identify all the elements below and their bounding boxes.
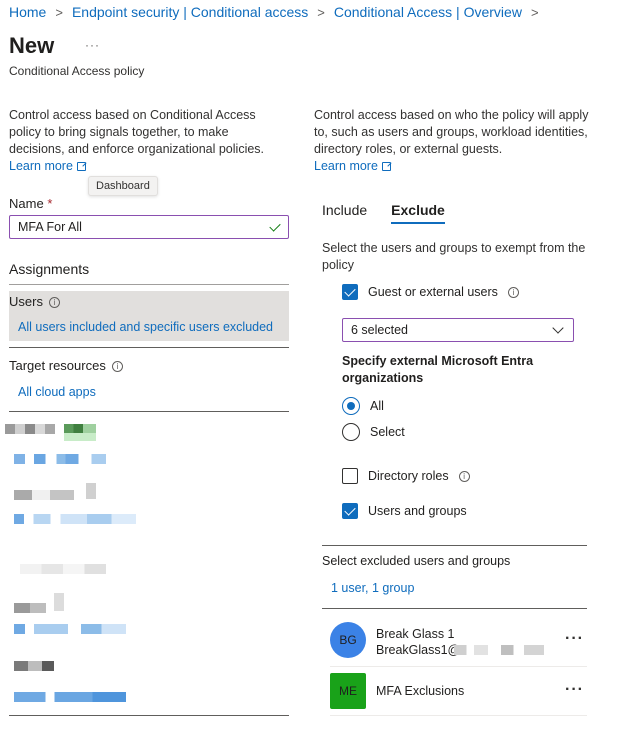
divider (9, 347, 289, 348)
member-email: BreakGlass1@ (376, 643, 461, 657)
assignments-heading: Assignments (9, 261, 90, 277)
radio-select-label: Select (370, 425, 405, 439)
page-subtitle: Conditional Access policy (9, 64, 145, 78)
member-name: MFA Exclusions (376, 684, 465, 698)
divider (330, 715, 587, 716)
name-label: Name * (9, 196, 52, 211)
exempt-instructions: Select the users and groups to exempt fr… (322, 241, 586, 272)
users-description: Control access based on who the policy w… (314, 108, 589, 156)
radio-select[interactable] (342, 423, 360, 441)
tab-include[interactable]: Include (322, 202, 367, 224)
avatar: ME (330, 673, 366, 709)
divider (9, 284, 289, 285)
guest-types-dropdown[interactable]: 6 selected (342, 318, 574, 342)
page-title: New (9, 33, 55, 58)
users-groups-checkbox[interactable] (342, 503, 358, 519)
member-row: BG (330, 622, 366, 658)
breadcrumb-endpoint-security[interactable]: Endpoint security | Conditional access (72, 4, 308, 20)
divider (322, 545, 587, 546)
more-options-button[interactable]: ··· (85, 38, 100, 52)
breadcrumb-ca-overview[interactable]: Conditional Access | Overview (334, 4, 522, 20)
tab-exclude[interactable]: Exclude (391, 202, 445, 224)
valid-check-icon (269, 219, 281, 232)
breadcrumb-separator: > (317, 4, 325, 20)
breadcrumb: Home > Endpoint security | Conditional a… (9, 4, 548, 20)
target-resources-value-link[interactable]: All cloud apps (18, 385, 96, 399)
learn-more-link[interactable]: Learn more (9, 159, 86, 173)
breadcrumb-home[interactable]: Home (9, 4, 46, 20)
member-more-button[interactable]: ··· (565, 630, 584, 648)
radio-all[interactable] (342, 397, 360, 415)
guest-external-option: Guest or external users i (342, 284, 519, 300)
include-exclude-tabs: Include Exclude (322, 202, 445, 224)
guest-external-label: Guest or external users (368, 285, 498, 299)
directory-roles-checkbox[interactable] (342, 468, 358, 484)
users-label: Users i (9, 294, 60, 309)
external-link-icon (76, 161, 86, 171)
divider (9, 715, 289, 716)
specify-orgs-heading: Specify external Microsoft Entra organiz… (342, 354, 534, 385)
breadcrumb-separator: > (530, 4, 539, 20)
divider (330, 666, 587, 667)
guest-external-checkbox[interactable] (342, 284, 358, 300)
info-icon[interactable]: i (458, 470, 470, 482)
radio-all-option: All (342, 397, 384, 415)
learn-more-label: Learn more (9, 159, 73, 173)
chevron-down-icon (552, 321, 564, 334)
users-groups-option: Users and groups (342, 503, 467, 519)
divider (9, 411, 289, 412)
target-resources-label: Target resources i (9, 358, 123, 373)
policy-description: Control access based on Conditional Acce… (9, 108, 265, 156)
breadcrumb-separator: > (55, 4, 63, 20)
info-icon[interactable]: i (111, 361, 123, 373)
avatar: BG (330, 622, 366, 658)
tooltip: Dashboard (88, 176, 158, 196)
policy-name-value: MFA For All (18, 220, 82, 234)
info-icon[interactable]: i (507, 286, 519, 298)
guest-types-value: 6 selected (351, 323, 408, 337)
radio-all-label: All (370, 399, 384, 413)
member-row: ME (330, 673, 366, 709)
member-more-button[interactable]: ··· (565, 681, 584, 699)
policy-name-input[interactable]: MFA For All (9, 215, 289, 239)
divider (322, 608, 587, 609)
users-groups-label: Users and groups (368, 504, 467, 518)
external-link-icon (381, 161, 391, 171)
name-label-text: Name (9, 196, 44, 211)
target-resources-label-text: Target resources (9, 358, 106, 373)
info-icon[interactable]: i (48, 297, 60, 309)
member-name: Break Glass 1 (376, 627, 455, 641)
required-mark: * (47, 196, 53, 211)
learn-more-label: Learn more (314, 159, 378, 173)
users-value-link[interactable]: All users included and specific users ex… (18, 320, 273, 334)
redacted-region (454, 645, 544, 655)
directory-roles-label: Directory roles (368, 469, 449, 483)
users-label-text: Users (9, 294, 43, 309)
learn-more-link[interactable]: Learn more (314, 159, 391, 173)
radio-select-option: Select (342, 423, 405, 441)
excluded-summary-link[interactable]: 1 user, 1 group (331, 581, 414, 595)
excluded-heading: Select excluded users and groups (322, 554, 511, 568)
directory-roles-option: Directory roles i (342, 468, 470, 484)
